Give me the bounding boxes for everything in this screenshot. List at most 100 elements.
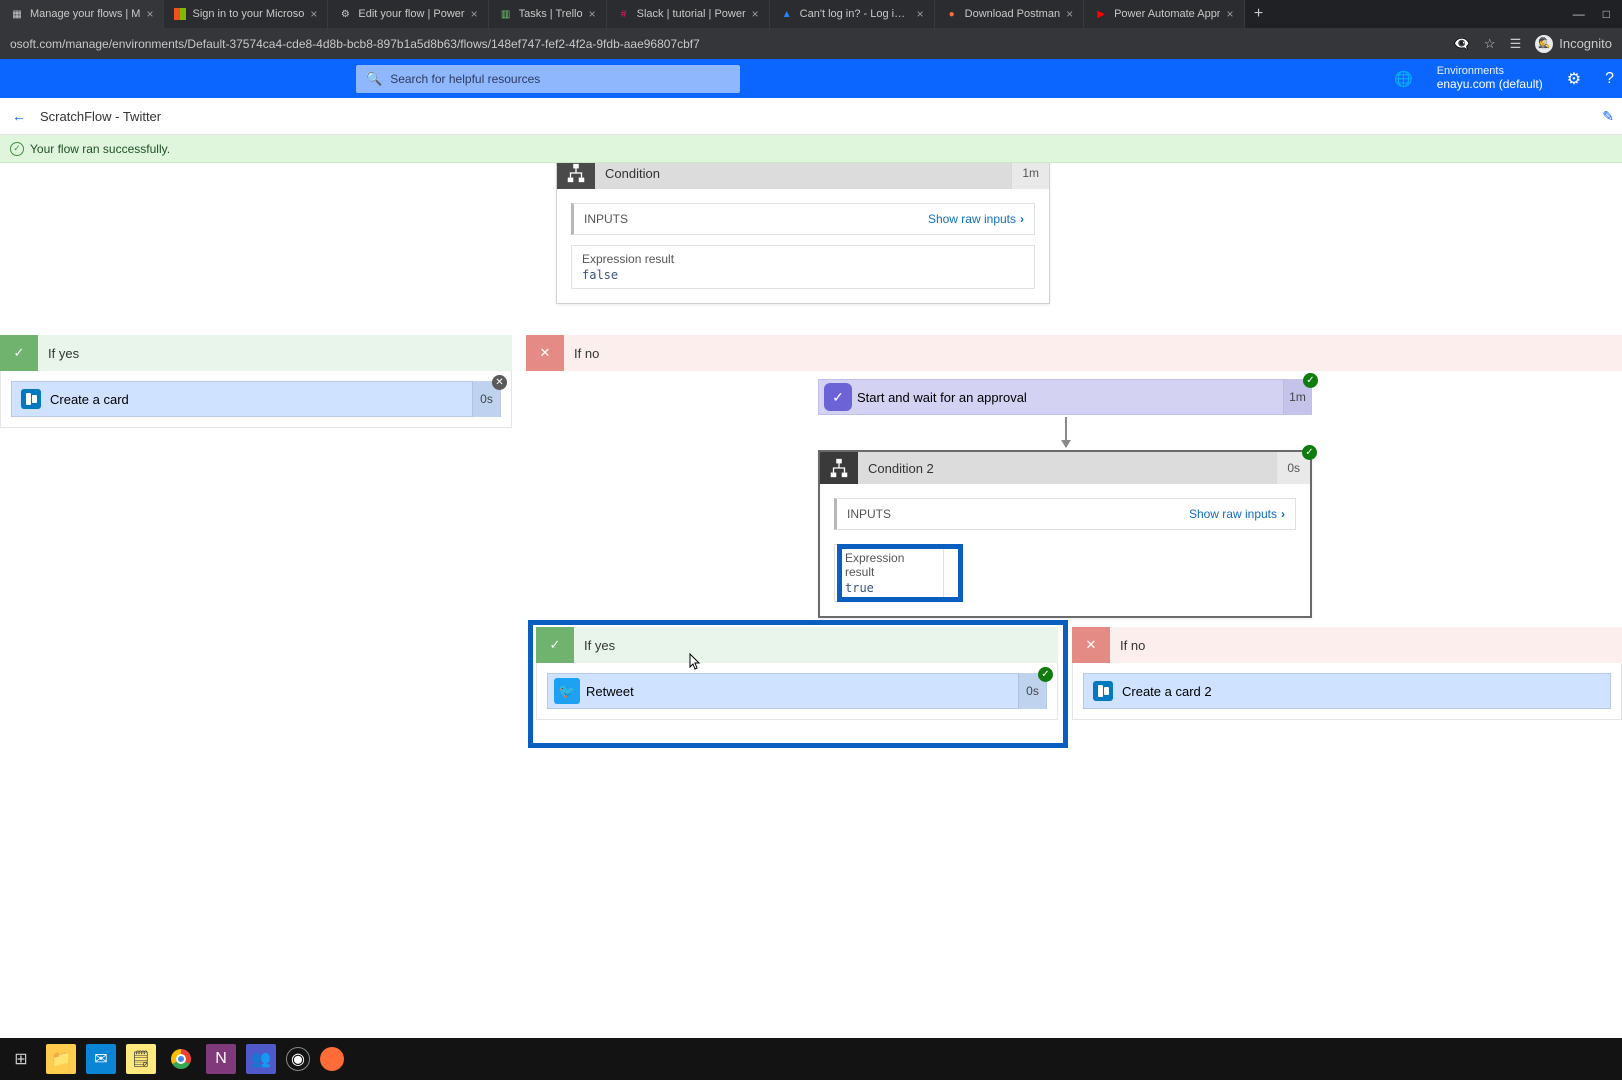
action-title: Start and wait for an approval <box>857 390 1027 405</box>
chevron-right-icon: › <box>1281 507 1285 521</box>
tab-label: Can't log in? - Log in w <box>800 8 911 20</box>
tab-label: Tasks | Trello <box>519 8 583 20</box>
tracking-off-icon[interactable]: 👁‍🗨 <box>1454 36 1470 52</box>
expr-label: Expression result <box>845 551 933 579</box>
cross-icon: ✕ <box>1072 627 1110 663</box>
url-text[interactable]: osoft.com/manage/environments/Default-37… <box>10 37 1444 51</box>
tab-label: Slack | tutorial | Power <box>637 8 746 20</box>
trello-icon <box>12 381 50 417</box>
tab-edit-flow[interactable]: ⚙ Edit your flow | Power × <box>328 0 488 28</box>
minimize-icon[interactable]: — <box>1573 7 1585 21</box>
close-icon[interactable]: × <box>917 7 924 21</box>
postman-icon[interactable] <box>320 1047 344 1071</box>
onenote-icon[interactable]: N <box>206 1044 236 1074</box>
windows-taskbar: ⊞ 📁 ✉ 🗒 N 👥 ◉ <box>0 1038 1622 1080</box>
favicon-trello: ▥ <box>499 7 513 21</box>
maximize-icon[interactable]: □ <box>1603 7 1610 21</box>
tab-label: Sign in to your Microso <box>192 8 304 20</box>
condition-icon <box>557 163 595 189</box>
condition2-card[interactable]: Condition 2 0s ✓ INPUTS Show raw inputs … <box>818 450 1312 618</box>
tab-slack[interactable]: # Slack | tutorial | Power × <box>607 0 770 28</box>
success-icon: ✓ <box>1303 373 1318 388</box>
incognito-badge: 🕵 Incognito <box>1535 35 1612 53</box>
if-no-header[interactable]: ✕ If no <box>526 335 1622 371</box>
condition-card[interactable]: Condition 1m INPUTS Show raw inputs › Ex… <box>556 163 1050 304</box>
flow-title: ScratchFlow - Twitter <box>40 109 161 124</box>
tab-trello[interactable]: ▥ Tasks | Trello × <box>489 0 607 28</box>
expr-label: Expression result <box>582 252 1024 266</box>
check-icon: ✓ <box>0 335 38 371</box>
twitter-retweet-action[interactable]: 🐦 Retweet 0s ✓ <box>547 673 1047 709</box>
mail-icon[interactable]: ✉ <box>86 1044 116 1074</box>
success-text: Your flow ran successfully. <box>30 142 170 156</box>
help-icon[interactable]: ? <box>1605 70 1614 88</box>
close-icon[interactable]: × <box>146 7 153 21</box>
close-icon[interactable]: × <box>471 7 478 21</box>
trello-create-card2-action[interactable]: Create a card 2 <box>1083 673 1611 709</box>
search-placeholder: Search for helpful resources <box>390 72 540 86</box>
if-yes-header[interactable]: ✓ If yes <box>0 335 512 371</box>
if-no-header[interactable]: ✕ If no <box>1072 627 1622 663</box>
flow-canvas[interactable]: Condition 1m INPUTS Show raw inputs › Ex… <box>0 163 1622 1038</box>
explorer-icon[interactable]: 📁 <box>46 1044 76 1074</box>
chrome-icon[interactable] <box>166 1044 196 1074</box>
bookmark-icon[interactable]: ☆ <box>1484 36 1496 52</box>
environment-picker[interactable]: Environments enayu.com (default) <box>1437 65 1543 91</box>
start-button[interactable]: ⊞ <box>6 1044 36 1074</box>
condition-icon <box>820 452 858 484</box>
expr-value: false <box>582 268 1024 282</box>
branch-if-no-2: ✕ If no Create a card 2 <box>1072 627 1622 720</box>
back-button[interactable]: ← <box>12 108 26 124</box>
if-yes-header[interactable]: ✓ If yes <box>536 627 1058 663</box>
tab-signin[interactable]: Sign in to your Microso × <box>164 0 328 28</box>
close-icon[interactable]: × <box>752 7 759 21</box>
obs-icon[interactable]: ◉ <box>286 1047 310 1071</box>
condition-title: Condition 2 <box>858 461 944 476</box>
gear-icon[interactable]: ⚙ <box>1567 69 1581 89</box>
if-yes-label: If yes <box>38 346 89 361</box>
new-tab-button[interactable]: + <box>1245 0 1273 28</box>
success-banner: ✓ Your flow ran successfully. <box>0 135 1622 163</box>
env-label: Environments <box>1437 65 1543 78</box>
close-icon[interactable]: × <box>1066 7 1073 21</box>
favicon-postman: ● <box>945 7 959 21</box>
favicon-flow: ▦ <box>10 7 24 21</box>
trello-create-card-action[interactable]: Create a card 0s ✕ <box>11 381 501 417</box>
env-value: enayu.com (default) <box>1437 78 1543 92</box>
branch-if-yes-1: ✓ If yes Create a card 0s ✕ <box>0 335 512 428</box>
pa-top-bar: 🔍 Search for helpful resources 🌐 Environ… <box>0 59 1622 98</box>
close-icon[interactable]: × <box>589 7 596 21</box>
tab-label: Manage your flows | M <box>30 8 140 20</box>
check-icon: ✓ <box>10 142 24 156</box>
environment-icon[interactable]: 🌐 <box>1394 70 1413 88</box>
close-icon[interactable]: × <box>1226 7 1233 21</box>
address-bar: osoft.com/manage/environments/Default-37… <box>0 28 1622 59</box>
action-title: Retweet <box>586 684 634 699</box>
duration-badge: 1m <box>1011 163 1049 189</box>
edit-icon[interactable]: ✎ <box>1602 108 1614 125</box>
tab-atlassian[interactable]: ▲ Can't log in? - Log in w × <box>770 0 935 28</box>
incognito-icon: 🕵 <box>1535 35 1553 53</box>
skipped-icon: ✕ <box>492 375 507 390</box>
raw-link-text: Show raw inputs <box>928 212 1016 226</box>
tab-manage-flows[interactable]: ▦ Manage your flows | M × <box>0 0 164 28</box>
favicon-pa: ⚙ <box>338 7 352 21</box>
teams-icon[interactable]: 👥 <box>246 1044 276 1074</box>
close-icon[interactable]: × <box>310 7 317 21</box>
approval-icon: ✓ <box>819 379 857 415</box>
show-raw-inputs-link[interactable]: Show raw inputs › <box>928 212 1024 226</box>
favicon-ms <box>174 8 186 20</box>
stickynotes-icon[interactable]: 🗒 <box>126 1044 156 1074</box>
approval-action[interactable]: ✓ Start and wait for an approval 1m ✓ <box>818 379 1312 415</box>
tab-postman[interactable]: ● Download Postman × <box>935 0 1084 28</box>
flow-header: ← ScratchFlow - Twitter ✎ <box>0 98 1622 135</box>
expression-result-box: Expression result false <box>571 245 1035 289</box>
raw-link-text: Show raw inputs <box>1189 507 1277 521</box>
tab-youtube[interactable]: ▶ Power Automate Appr × <box>1084 0 1244 28</box>
inputs-label: INPUTS <box>847 507 891 521</box>
tab-label: Download Postman <box>965 8 1060 20</box>
check-icon: ✓ <box>536 627 574 663</box>
search-box[interactable]: 🔍 Search for helpful resources <box>356 65 740 93</box>
reading-list-icon[interactable]: ☰ <box>1510 36 1522 52</box>
show-raw-inputs-link[interactable]: Show raw inputs › <box>1189 507 1285 521</box>
